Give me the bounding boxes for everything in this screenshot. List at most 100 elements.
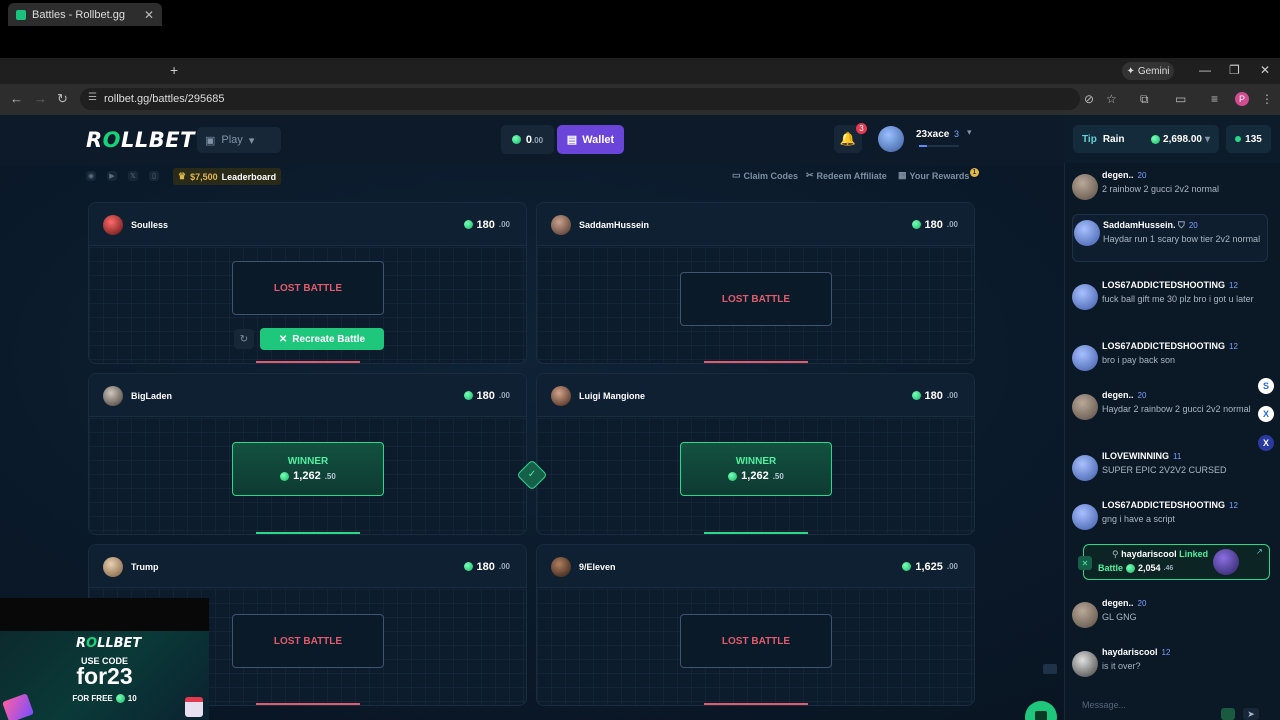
refresh-button[interactable]: ↻ (234, 329, 254, 349)
chat-username[interactable]: degen.. 20 (1102, 598, 1146, 608)
tip-rain-button[interactable]: Tip Rain 2,698.00 ▾ (1073, 125, 1219, 153)
back-icon[interactable]: ← (10, 91, 23, 106)
window-close-icon[interactable]: ✕ (1260, 63, 1270, 77)
lost-indicator-bar (704, 361, 808, 363)
gem-icon (1151, 134, 1161, 144)
rollbet-logo[interactable]: ROLLBET (86, 128, 195, 152)
promo-gift-icon (185, 697, 203, 717)
youtube-icon[interactable]: ▶ (107, 171, 117, 181)
linked-battle-title: ⚲ haydariscool Linked (1112, 549, 1209, 559)
lost-battle-label: LOST BATTLE (680, 614, 832, 668)
cast-icon[interactable]: ▭ (1175, 92, 1186, 106)
chat-username[interactable]: SaddamHussein. ⛉ 20 (1103, 220, 1198, 231)
restore-icon[interactable]: ❐ (1229, 63, 1240, 77)
chat-message: LOS67ADDICTEDSHOOTING 12 gng i have a scr… (1072, 500, 1268, 530)
globe-icon[interactable] (1221, 708, 1235, 720)
user-avatar[interactable] (878, 126, 904, 152)
chat-text: fuck ball gift me 30 plz bro i got u lat… (1102, 294, 1254, 304)
chat-message: ILOVEWINNING 11 SUPER EPIC 2V2V2 CURSED (1072, 451, 1268, 481)
eye-off-icon[interactable]: ⊘ (1084, 92, 1094, 106)
chat-username[interactable]: LOS67ADDICTEDSHOOTING 12 (1102, 280, 1238, 290)
chat-username[interactable]: degen.. 20 (1102, 390, 1146, 400)
new-tab-icon[interactable]: + (170, 62, 178, 78)
leaderboard-amount: $7,500 (190, 171, 218, 182)
recreate-battle-button[interactable]: ✕ Recreate Battle (260, 328, 384, 350)
chat-username[interactable]: ILOVEWINNING 11 (1102, 451, 1181, 461)
floating-x-icon[interactable]: X (1258, 406, 1274, 422)
refresh-icon: ↻ (239, 333, 249, 345)
site-info-icon[interactable]: ☰ (88, 92, 97, 103)
ticket-icon: ▭ (732, 170, 741, 180)
chat-avatar[interactable] (1072, 504, 1098, 530)
discord-icon[interactable]: ◉ (86, 171, 96, 181)
chat-avatar[interactable] (1072, 651, 1098, 677)
chat-avatar[interactable] (1072, 602, 1098, 628)
leaderboard-button[interactable]: ♛ $7,500 Leaderboard (173, 168, 282, 185)
browser-tab[interactable]: Battles - Rollbet.gg ✕ (8, 3, 162, 26)
slot-header: SaddamHussein 180.00 (537, 203, 974, 246)
chat-avatar[interactable] (1072, 394, 1098, 420)
lost-battle-label: LOST BATTLE (680, 272, 832, 326)
player-name: Soulless (131, 220, 169, 230)
send-button[interactable]: ➤ (1243, 708, 1259, 720)
battle-slot-2: SaddamHussein 180.00 LOST BATTLE (536, 202, 975, 364)
chat-message-input[interactable]: Message... (1072, 700, 1268, 720)
redeem-affiliate-link[interactable]: ✂ Redeem Affiliate (806, 170, 887, 181)
chat-text: is it over? (1102, 661, 1141, 671)
floating-s-icon[interactable]: S (1258, 378, 1274, 394)
twitch-icon[interactable]: ▯ (149, 171, 159, 181)
reload-icon[interactable]: ↻ (57, 91, 68, 107)
chat-text: bro i pay back son (1102, 355, 1176, 365)
bookmark-star-icon[interactable]: ☆ (1106, 92, 1117, 106)
tip-label: Tip (1082, 133, 1097, 145)
leaderboard-label: Leaderboard (221, 171, 277, 182)
close-tab-icon[interactable]: ✕ (144, 8, 154, 22)
url-field[interactable]: ☰ rollbet.gg/battles/295685 (80, 88, 1080, 110)
slot-header: 9/Eleven 1,625.00 (537, 545, 974, 588)
chat-toggle-icon[interactable] (1043, 664, 1057, 674)
chat-username[interactable]: LOS67ADDICTEDSHOOTING 12 (1102, 341, 1238, 351)
player-avatar (551, 557, 571, 577)
profile-avatar[interactable]: P (1235, 92, 1249, 106)
rain-value: 2,698.00 ▾ (1151, 134, 1210, 145)
claim-codes-link[interactable]: ▭ Claim Codes (732, 170, 798, 181)
wallet-button[interactable]: ▤ Wallet (557, 125, 624, 154)
x-social-icon[interactable]: 𝕏 (128, 171, 138, 181)
chat-username[interactable]: LOS67ADDICTEDSHOOTING 12 (1102, 500, 1238, 510)
bell-icon: 🔔 (839, 131, 857, 146)
reading-list-icon[interactable]: ≡ (1211, 92, 1218, 106)
user-menu-chevron-icon[interactable]: ▾ (967, 127, 972, 138)
minimize-icon[interactable]: — (1199, 63, 1211, 77)
chat-message: degen.. 20 Haydar 2 rainbow 2 gucci 2v2 n… (1072, 390, 1268, 430)
your-rewards-link[interactable]: ▦ Your Rewards (898, 170, 969, 181)
player-avatar (551, 215, 571, 235)
player-name: SaddamHussein (579, 220, 650, 230)
gemini-button[interactable]: ✦ Gemini (1122, 62, 1174, 80)
chat-avatar[interactable] (1072, 284, 1098, 310)
gem-icon (911, 220, 921, 229)
lost-indicator-bar (256, 361, 360, 363)
chat-avatar[interactable] (1072, 455, 1098, 481)
chat-avatar[interactable] (1072, 345, 1098, 371)
promo-banner[interactable]: ROLLBET USE CODE for23 FOR FREE 10 (0, 631, 209, 720)
floating-close-icon[interactable]: X (1258, 435, 1274, 451)
chat-avatar[interactable] (1074, 220, 1100, 246)
extensions-icon[interactable]: ⧉ (1140, 92, 1149, 107)
chevron-down-icon: ▾ (248, 134, 255, 147)
support-chat-button[interactable] (1025, 701, 1057, 720)
forward-icon[interactable]: → (34, 91, 47, 106)
chat-username[interactable]: haydariscool 12 (1102, 647, 1170, 657)
wallet-label: Wallet (582, 133, 615, 146)
menu-kebab-icon[interactable]: ⋮ (1261, 92, 1273, 106)
winner-indicator-bar (256, 532, 360, 534)
linked-battle-card[interactable]: ✕ ⚲ haydariscool Linked Battle 2,054.46 ↗ (1078, 544, 1270, 580)
username[interactable]: 23xace (916, 129, 949, 140)
external-link-icon[interactable]: ↗ (1256, 547, 1263, 556)
play-menu-button[interactable]: ▣ Play ▾ (197, 127, 281, 153)
chat-avatar[interactable] (1072, 174, 1098, 200)
player-value: 180.00 (906, 216, 964, 233)
balance-display[interactable]: 0.00 (501, 125, 554, 154)
play-label: Play (221, 134, 243, 146)
gem-icon (1126, 563, 1136, 573)
chat-username[interactable]: degen.. 20 (1102, 170, 1146, 180)
